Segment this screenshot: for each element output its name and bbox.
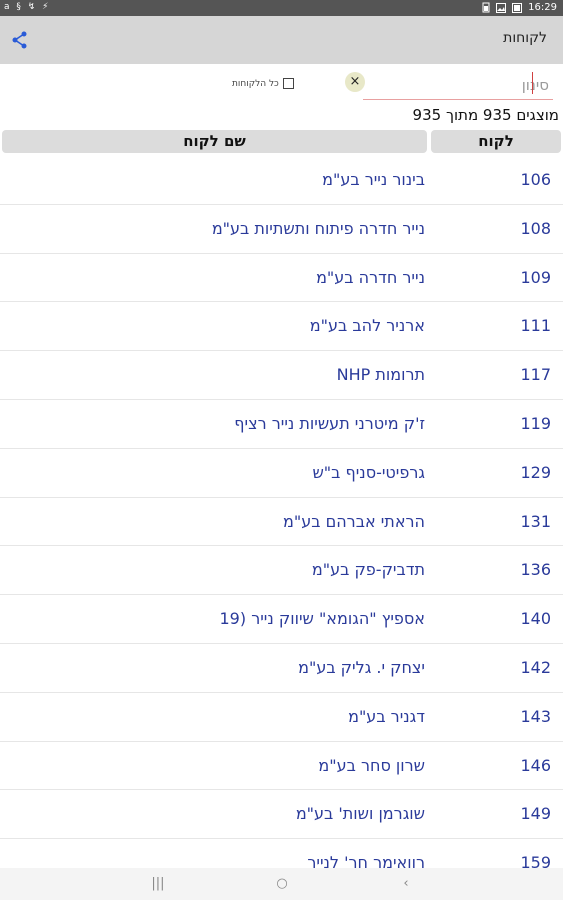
battery-icon	[482, 2, 490, 13]
system-nav-bar: ||| ○ ‹	[0, 868, 563, 900]
row-name: נייר חדרה פיתוח ותשתיות בע"מ	[211, 218, 425, 238]
all-customers-label: כל הלקוחות	[232, 78, 279, 89]
header-customer-code[interactable]: לקוח	[431, 130, 561, 153]
row-code: 108	[520, 218, 551, 238]
table-row[interactable]: 142 יצחק י. גליק בע"מ	[0, 644, 563, 693]
row-code: 146	[520, 755, 551, 775]
clock: 16:29	[528, 2, 557, 13]
row-code: 129	[520, 462, 551, 482]
table-row[interactable]: 131 הראתי אברהם בע"מ	[0, 498, 563, 547]
row-code: 143	[520, 706, 551, 726]
table-header: לקוח שם לקוח	[0, 130, 563, 154]
row-code: 131	[520, 511, 551, 531]
header-customer-name[interactable]: שם לקוח	[2, 130, 427, 153]
row-name: יצחק י. גליק בע"מ	[298, 657, 425, 677]
app-bar: לקוחות	[0, 16, 563, 64]
row-name: נייר חדרה בע"מ	[316, 267, 425, 287]
results-count: מוצגים 935 מתוך 935	[412, 106, 559, 124]
row-name: שרון סחר בע"מ	[318, 755, 425, 775]
row-name: ז'ק מיטרני תעשיות נייר רציף	[234, 413, 425, 433]
row-name: שוגרמן ושות' בע"מ	[295, 804, 425, 824]
table-row[interactable]: 108 נייר חדרה פיתוח ותשתיות בע"מ	[0, 205, 563, 254]
table-row[interactable]: 109 נייר חדרה בע"מ	[0, 254, 563, 303]
row-code: 159	[520, 853, 551, 868]
table-row[interactable]: 117 תרומות NHP	[0, 351, 563, 400]
row-code: 136	[520, 560, 551, 580]
table-row[interactable]: 106 בינור נייר בע"מ	[0, 156, 563, 205]
status-bar: a § ↯ ⚡ 16:29	[0, 0, 563, 16]
row-name: בינור נייר בע"מ	[322, 170, 425, 189]
row-name: אספיץ "הגומא" שיווק נייר (19	[219, 609, 426, 629]
row-name: דגניר בע"מ	[348, 706, 425, 726]
row-code: 111	[520, 316, 551, 336]
all-customers-checkbox[interactable]	[282, 78, 294, 89]
row-name: גרפיטי-סניף ב"ש	[312, 462, 425, 482]
row-code: 149	[520, 804, 551, 824]
table-row[interactable]: 149 שוגרמן ושות' בע"מ	[0, 790, 563, 840]
filter-input[interactable]	[363, 70, 553, 100]
table-row[interactable]: 143 דגניר בע"מ	[0, 693, 563, 742]
table-row[interactable]: 159 רוואימר חר' לנייר	[0, 839, 563, 868]
row-code: 109	[520, 267, 551, 287]
all-customers-toggle[interactable]: כל הלקוחות	[232, 78, 294, 89]
table-row[interactable]: 136 תדביק-פק בע"מ	[0, 546, 563, 596]
recents-button[interactable]: |||	[150, 876, 166, 892]
row-name: ארניר להב בע"מ	[309, 316, 425, 336]
row-name: תרומות NHP	[336, 365, 425, 385]
row-name: רוואימר חר' לנייר	[307, 853, 425, 868]
share-icon[interactable]	[10, 30, 30, 50]
row-code: 117	[520, 365, 551, 385]
customer-list[interactable]: 106 בינור נייר בע"מ 108 נייר חדרה פיתוח …	[0, 156, 563, 868]
back-button[interactable]: ‹	[398, 876, 414, 892]
row-code: 106	[520, 170, 551, 189]
text-cursor	[532, 72, 533, 94]
home-button[interactable]: ○	[274, 876, 290, 892]
table-row[interactable]: 129 גרפיטי-סניף ב"ש	[0, 449, 563, 498]
notification-icons: a § ↯ ⚡	[4, 2, 51, 12]
table-row[interactable]: 146 שרון סחר בע"מ	[0, 742, 563, 791]
status-icons: 16:29	[482, 2, 557, 13]
row-code: 140	[520, 609, 551, 629]
clear-filter-button[interactable]: ×	[345, 72, 365, 92]
row-code: 142	[520, 657, 551, 677]
table-row[interactable]: 119 ז'ק מיטרני תעשיות נייר רציף	[0, 400, 563, 449]
image-icon	[496, 2, 507, 13]
row-name: הראתי אברהם בע"מ	[283, 511, 425, 531]
row-code: 119	[520, 413, 551, 433]
table-row[interactable]: 140 אספיץ "הגומא" שיווק נייר (19	[0, 595, 563, 644]
page-title: לקוחות	[503, 30, 547, 46]
screenshot-icon	[512, 2, 523, 13]
row-name: תדביק-פק בע"מ	[311, 560, 425, 580]
table-row[interactable]: 111 ארניר להב בע"מ	[0, 302, 563, 352]
